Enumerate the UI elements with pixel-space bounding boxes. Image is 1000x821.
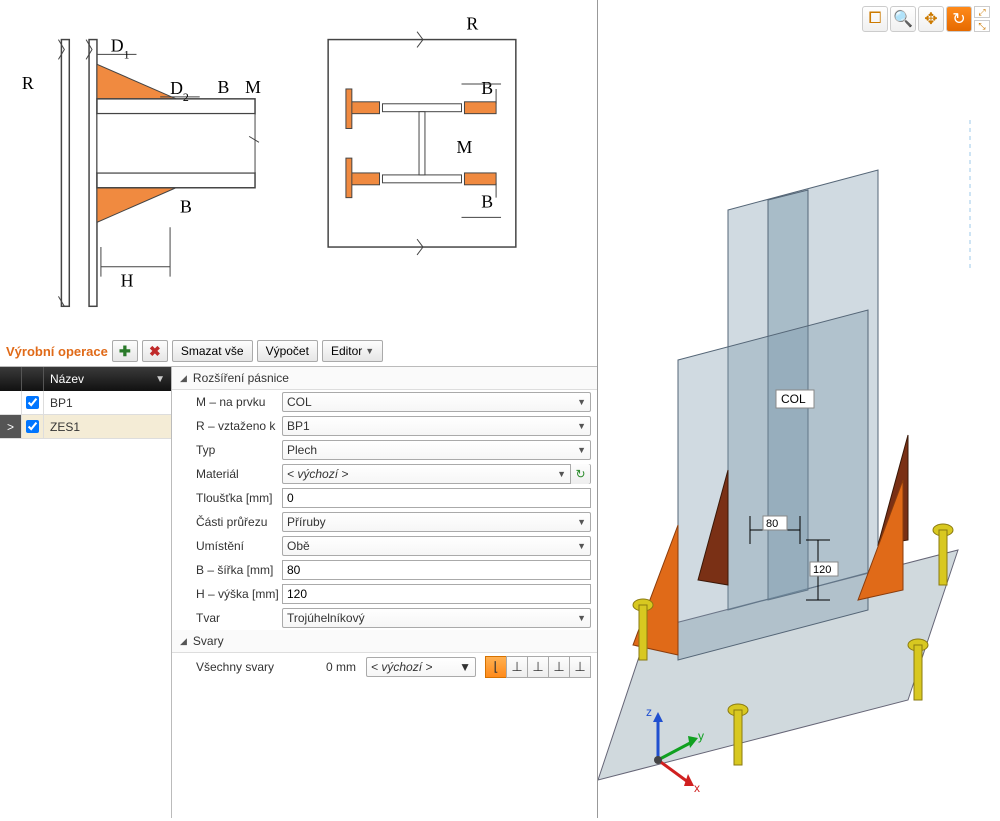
svg-text:H: H	[121, 271, 134, 291]
input-thickness[interactable]	[282, 488, 591, 508]
editor-button[interactable]: Editor▼	[322, 340, 383, 362]
label-position: Umístění	[172, 539, 282, 553]
weld-type-btn-3[interactable]: ⊥	[527, 656, 549, 678]
3d-viewport: ⧠ 🔍 ✥ ↻ ⤢ ⤡	[598, 0, 1000, 818]
svg-text:M: M	[457, 137, 473, 157]
label-thickness: Tloušťka [mm]	[172, 491, 282, 505]
label-h: H – výška [mm]	[172, 587, 282, 601]
welds-value: 0 mm	[306, 660, 356, 674]
delete-all-button[interactable]: Smazat vše	[172, 340, 253, 362]
label-material: Materiál	[172, 467, 282, 481]
label-m: M – na prvku	[172, 395, 282, 409]
list-item-label: BP1	[44, 396, 171, 410]
widen-br	[464, 173, 496, 185]
stiffener-top	[97, 64, 176, 99]
svg-text:M: M	[245, 77, 261, 97]
svg-text:B: B	[481, 78, 493, 98]
operations-toolbar: Výrobní operace ✚ ✖ Smazat vše Výpočet E…	[0, 336, 597, 366]
select-type[interactable]: Plech▼	[282, 440, 591, 460]
delete-button[interactable]: ✖	[142, 340, 168, 362]
stiffener-bot	[97, 188, 176, 223]
label-all-welds: Všechny svary	[196, 660, 296, 674]
operations-title: Výrobní operace	[6, 344, 108, 359]
list-item[interactable]: > ZES1	[0, 415, 171, 439]
input-h[interactable]	[282, 584, 591, 604]
property-grid: ◢ Rozšíření pásnice M – na prvkuCOL▼ R –…	[172, 367, 597, 818]
weld-type-btn-2[interactable]: ⊥	[506, 656, 528, 678]
label-shape: Tvar	[172, 611, 282, 625]
svg-text:x: x	[694, 781, 700, 795]
widen-tl	[348, 102, 380, 114]
filter-icon[interactable]: ▼	[155, 374, 165, 385]
select-material[interactable]: < výchozí >▼↻	[282, 464, 591, 484]
label-type: Typ	[172, 443, 282, 457]
weld-type-btn-5[interactable]: ⊥	[569, 656, 591, 678]
list-item-label: ZES1	[44, 420, 171, 434]
select-r[interactable]: BP1▼	[282, 416, 591, 436]
schematic-diagram: D1 D2 B M B H R	[0, 0, 597, 336]
svg-text:D1: D1	[111, 35, 130, 61]
dim-120: 120	[813, 564, 831, 576]
select-m[interactable]: COL▼	[282, 392, 591, 412]
collapse-icon[interactable]: ◢	[180, 636, 187, 647]
add-button[interactable]: ✚	[112, 340, 138, 362]
label-r: R – vztaženo k	[172, 419, 282, 433]
svg-text:R: R	[466, 14, 478, 34]
section-title: Svary	[193, 634, 224, 648]
operations-list: Název ▼ BP1 > ZES1	[0, 367, 172, 818]
weld-type-btn-1[interactable]: ⌊	[485, 656, 507, 678]
svg-text:B: B	[217, 77, 229, 97]
list-item[interactable]: BP1	[0, 391, 171, 415]
select-shape[interactable]: Trojúhelníkový▼	[282, 608, 591, 628]
svg-text:z: z	[646, 705, 652, 719]
list-item-check[interactable]	[26, 396, 39, 409]
section-head-flange: ◢ Rozšíření pásnice	[172, 367, 597, 390]
svg-text:B: B	[481, 192, 493, 212]
widen-tr	[464, 102, 496, 114]
section-head-welds: ◢ Svary	[172, 630, 597, 653]
section-title: Rozšíření pásnice	[193, 371, 289, 385]
select-welds-default[interactable]: < výchozí >▼	[366, 657, 476, 677]
input-b[interactable]	[282, 560, 591, 580]
calculate-button[interactable]: Výpočet	[257, 340, 318, 362]
label-col: COL	[781, 392, 806, 406]
select-parts[interactable]: Příruby▼	[282, 512, 591, 532]
widen-bl	[348, 173, 380, 185]
svg-text:R: R	[22, 73, 34, 93]
svg-text:y: y	[698, 729, 704, 743]
dim-80: 80	[766, 518, 778, 530]
svg-text:B: B	[180, 196, 192, 216]
label-b: B – šířka [mm]	[172, 563, 282, 577]
weld-type-btn-4[interactable]: ⊥	[548, 656, 570, 678]
select-position[interactable]: Obě▼	[282, 536, 591, 556]
label-parts: Části průřezu	[172, 515, 282, 529]
list-item-check[interactable]	[26, 420, 39, 433]
col-flange-front	[678, 310, 868, 660]
list-header-name: Název	[50, 372, 84, 386]
material-reload-icon[interactable]: ↻	[570, 464, 590, 484]
collapse-icon[interactable]: ◢	[180, 373, 187, 384]
